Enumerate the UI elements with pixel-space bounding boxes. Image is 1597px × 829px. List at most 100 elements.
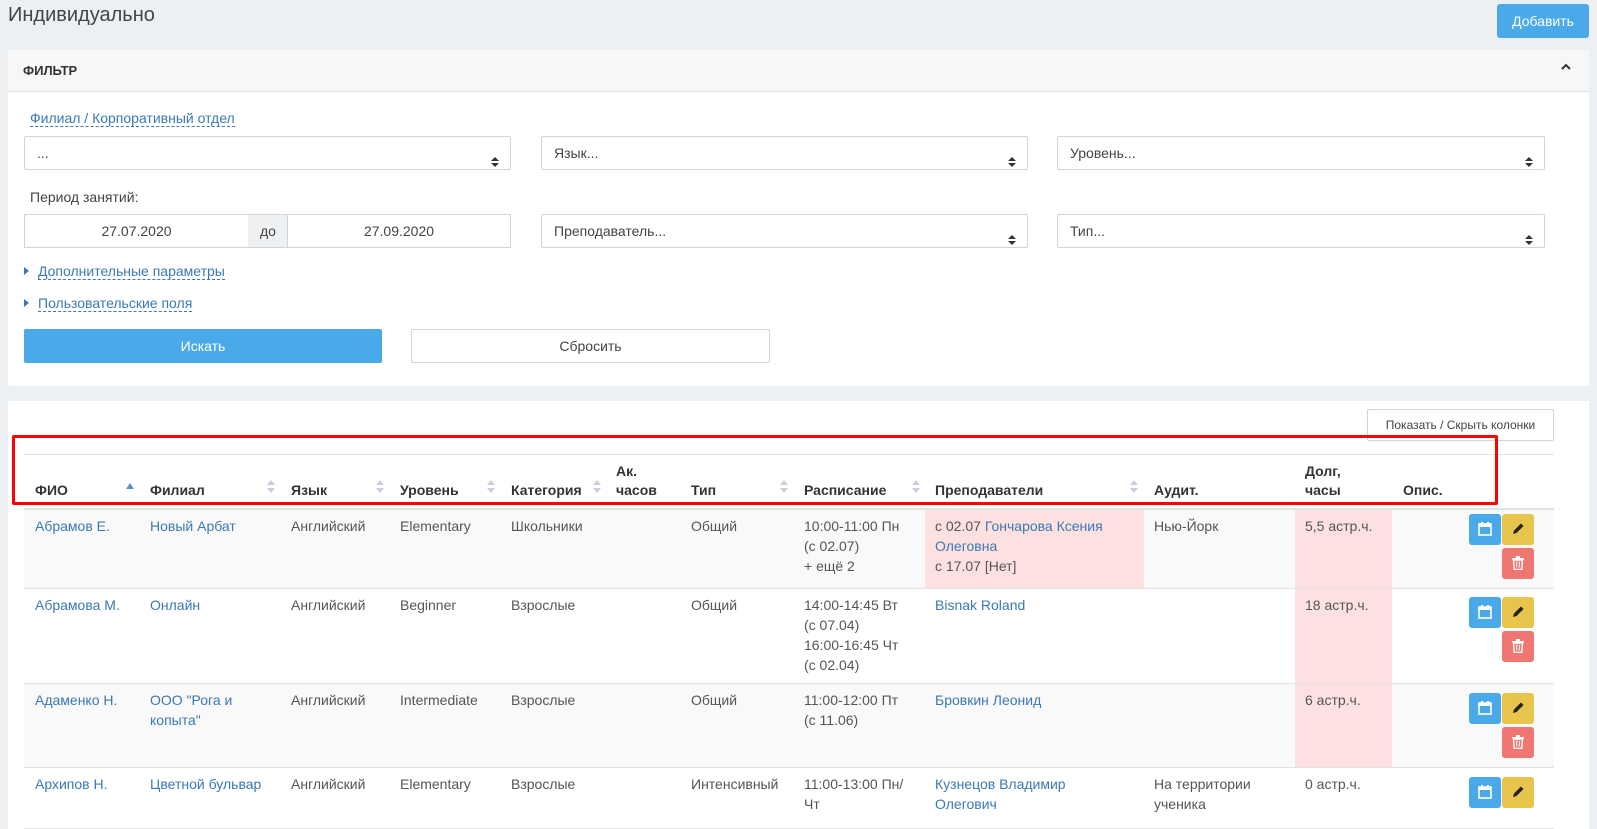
teacher-date: с 17.07 [Нет] [935,558,1017,574]
date-range-separator: до [248,214,288,248]
branch-select[interactable]: ... [24,136,511,170]
schedule-line: 16:00-16:45 Чт [804,637,899,653]
calendar-button[interactable] [1469,597,1501,628]
pencil-icon [1513,786,1524,797]
calendar-icon [1478,605,1492,619]
cell-language: Английский [291,776,366,792]
cell-name[interactable]: Адаменко Н. [35,684,117,710]
type-select-value: Тип... [1070,223,1106,239]
cell-branch[interactable]: ООО "Рога и копыта" [150,684,268,730]
search-button[interactable]: Искать [24,329,382,363]
cell-schedule: 11:00-12:00 Пт (с 11.06) [804,684,898,730]
teacher-select-value: Преподаватель... [554,223,667,239]
cell-schedule: 14:00-14:45 Вт (с 07.04) 16:00-16:45 Чт … [804,589,898,675]
teacher-date: с 02.07 [935,518,985,534]
select-arrows-icon [491,147,499,167]
type-select[interactable]: Тип... [1057,214,1545,248]
branch-filter-link[interactable]: Филиал / Корпоративный отдел [30,110,235,127]
cell-branch[interactable]: Новый Арбат [150,510,236,536]
cell-branch[interactable]: Цветной бульвар [150,768,261,794]
calendar-icon [1478,522,1492,536]
schedule-line: 11:00-12:00 Пт [804,692,899,708]
select-arrows-icon [1008,225,1016,245]
cell-language: Английский [291,518,366,534]
select-arrows-icon [1525,147,1533,167]
extra-params-toggle[interactable]: Дополнительные параметры [24,263,225,280]
schedule-line: Чт [804,796,820,812]
header-highlight-box [12,435,1498,505]
cell-name[interactable]: Абрамова М. [35,589,120,615]
calendar-icon [1478,785,1492,799]
calendar-button[interactable] [1469,777,1501,808]
cell-type: Общий [691,692,738,708]
chevron-right-icon [24,299,29,307]
filter-panel: ФИЛЬТР Филиал / Корпоративный отдел ... … [8,50,1589,386]
cell-category: Взрослые [511,692,576,708]
cell-type: Интенсивный [691,776,779,792]
extra-params-link[interactable]: Дополнительные параметры [38,263,225,280]
cell-teachers[interactable]: Bisnak Roland [935,589,1025,615]
pencil-icon [1513,523,1524,534]
custom-fields-link[interactable]: Пользовательские поля [38,295,193,312]
language-select-value: Язык... [554,145,599,161]
cell-teachers[interactable]: Кузнецов Владимир Олегович [935,768,1095,814]
edit-button[interactable] [1502,597,1534,628]
cell-type: Общий [691,597,738,613]
schedule-line: 14:00-14:45 Вт [804,597,898,613]
custom-fields-toggle[interactable]: Пользовательские поля [24,295,193,312]
cell-branch[interactable]: Онлайн [150,589,200,615]
teacher-select[interactable]: Преподаватель... [541,214,1028,248]
date-to-input[interactable]: 27.09.2020 [287,214,511,248]
cell-teachers[interactable]: Бровкин Леонид [935,684,1041,710]
period-label: Период занятий: [30,189,139,205]
date-from-input[interactable]: 27.07.2020 [24,214,249,248]
edit-button[interactable] [1502,514,1534,545]
cell-level: Intermediate [400,692,478,708]
delete-button[interactable] [1502,631,1534,662]
cell-name[interactable]: Абрамов Е. [35,510,110,536]
edit-button[interactable] [1502,777,1534,808]
calendar-icon [1478,701,1492,715]
cell-name[interactable]: Архипов Н. [35,768,107,794]
level-select[interactable]: Уровень... [1057,136,1545,170]
add-button[interactable]: Добавить [1497,4,1589,38]
trash-icon [1512,556,1524,570]
cell-type: Общий [691,518,738,534]
delete-button[interactable] [1502,548,1534,579]
cell-teachers: с 02.07 Гончарова Ксения Олеговна с 17.0… [935,510,1140,576]
reset-button[interactable]: Сбросить [411,329,770,363]
calendar-button[interactable] [1469,514,1501,545]
cell-schedule: 11:00-13:00 Пн/ Чт [804,768,903,814]
cell-debt: 18 астр.ч. [1305,597,1369,613]
table-row: Абрамов Е. Новый Арбат Английский Elemen… [24,510,1554,589]
cell-category: Школьники [511,518,583,534]
delete-button[interactable] [1502,727,1534,758]
cell-room: На территории ученика [1154,776,1251,812]
filter-header[interactable]: ФИЛЬТР [8,50,1589,92]
cell-debt: 5,5 астр.ч. [1305,518,1373,534]
select-arrows-icon [1525,225,1533,245]
cell-room: Нью-Йорк [1154,518,1219,534]
table-row: Адаменко Н. ООО "Рога и копыта" Английск… [24,684,1554,768]
cell-level: Beginner [400,597,457,613]
language-select[interactable]: Язык... [541,136,1028,170]
filter-title: ФИЛЬТР [23,63,78,78]
schedule-line: (с 11.06) [804,712,859,728]
edit-button[interactable] [1502,693,1534,724]
trash-icon [1512,735,1524,749]
schedule-line: 10:00-11:00 Пн [804,518,900,534]
schedule-line: (с 02.04) [804,657,860,673]
table-row: Абрамова М. Онлайн Английский Beginner В… [24,589,1554,684]
pencil-icon [1513,606,1524,617]
cell-language: Английский [291,597,366,613]
trash-icon [1512,639,1524,653]
cell-debt: 0 астр.ч. [1305,776,1361,792]
schedule-line: 11:00-13:00 Пн/ [804,776,904,792]
chevron-up-icon[interactable] [1561,63,1571,73]
schedule-line: (с 02.07) [804,538,860,554]
calendar-button[interactable] [1469,693,1501,724]
schedule-more[interactable]: + ещё 2 [804,558,855,574]
level-select-value: Уровень... [1070,145,1136,161]
cell-level: Elementary [400,518,471,534]
select-arrows-icon [1008,147,1016,167]
